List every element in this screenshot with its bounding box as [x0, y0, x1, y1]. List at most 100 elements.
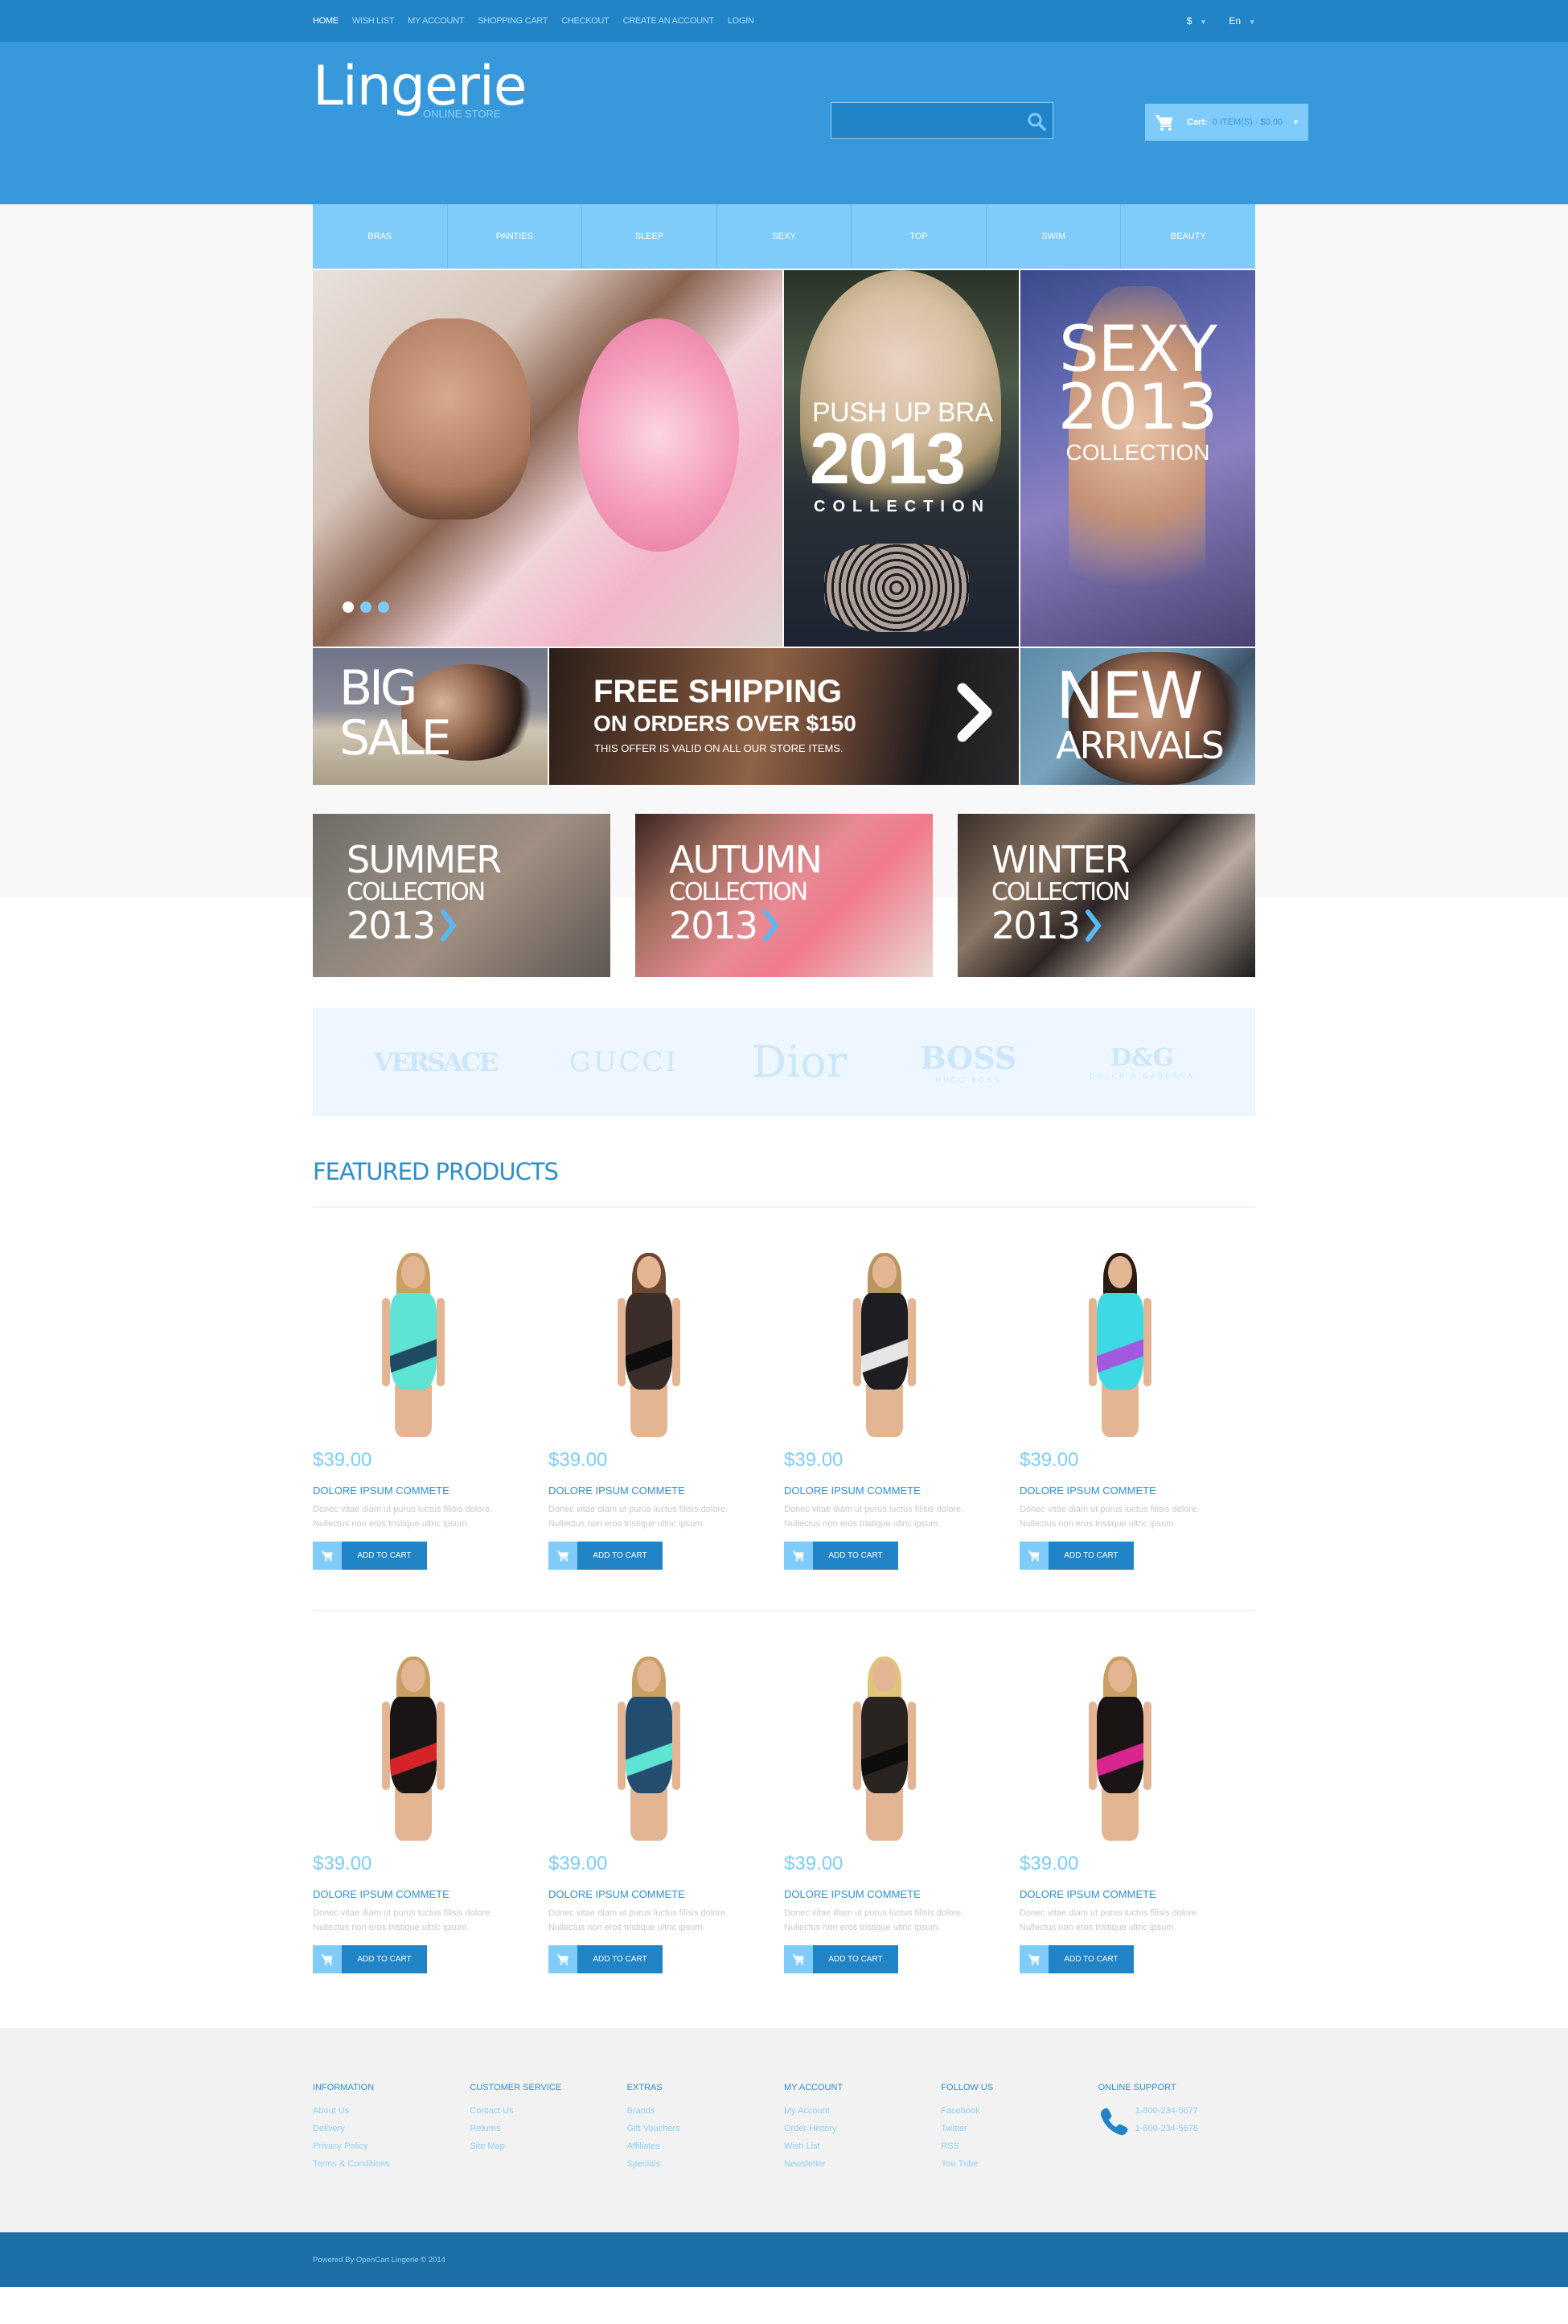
- footer-link-rss[interactable]: RSS: [941, 2137, 1098, 2155]
- season-sub: COLLECTION: [669, 878, 808, 906]
- model-arm: [382, 1702, 390, 1790]
- footer-link-gift-vouchers[interactable]: Gift Vouchers: [627, 2120, 784, 2137]
- season-sub: COLLECTION: [991, 878, 1131, 906]
- product-card: $39.00 DOLORE IPSUM COMMETE Donec vitae di…: [1020, 1253, 1255, 1590]
- footer-link-site-map[interactable]: Site Map: [470, 2137, 626, 2155]
- product-name[interactable]: DOLORE IPSUM COMMETE: [548, 1484, 685, 1497]
- logo-subtitle: ONLINE STORE: [423, 108, 501, 120]
- add-to-cart-button[interactable]: ADD TO CART: [1020, 1542, 1134, 1570]
- product-name[interactable]: DOLORE IPSUM COMMETE: [1020, 1484, 1156, 1497]
- top-link-home[interactable]: HOME: [313, 16, 339, 26]
- add-to-cart-button[interactable]: ADD TO CART: [548, 1945, 663, 1973]
- footer-link-terms-conditions[interactable]: Terms & Conditions: [313, 2155, 470, 2173]
- add-to-cart-button[interactable]: ADD TO CART: [784, 1945, 898, 1973]
- footer-link-you-tube[interactable]: You Tube: [941, 2155, 1098, 2173]
- menu-item-top[interactable]: TOP: [852, 204, 987, 269]
- top-link-wish-list[interactable]: WISH LIST: [352, 16, 395, 26]
- product-model-figure: [1089, 1657, 1151, 1841]
- footer-link-newsletter[interactable]: Newsletter: [784, 2155, 941, 2173]
- product-card: $39.00 DOLORE IPSUM COMMETE Donec vitae di…: [784, 1253, 1020, 1590]
- main-slider[interactable]: [313, 270, 782, 647]
- banner-heading: NEW: [1056, 659, 1203, 733]
- phone-icon: [1100, 2108, 1128, 2136]
- model-arm: [1143, 1702, 1151, 1790]
- brand-logo-dior[interactable]: Dior: [752, 1037, 848, 1087]
- brand-logo-gucci[interactable]: GUCCI: [569, 1046, 679, 1078]
- model-arm: [908, 1702, 916, 1790]
- top-link-create-account[interactable]: CREATE AN ACCOUNT: [623, 16, 715, 26]
- search-input[interactable]: [831, 103, 1024, 138]
- currency-select[interactable]: $ ▼: [1187, 15, 1207, 27]
- add-to-cart-button[interactable]: ADD TO CART: [548, 1542, 663, 1570]
- footer-link-privacy-policy[interactable]: Privacy Policy: [313, 2137, 470, 2155]
- top-link-shopping-cart[interactable]: SHOPPING CART: [478, 16, 548, 26]
- brand-logo-boss[interactable]: BOSS HUGO BOSS: [920, 1040, 1016, 1084]
- product-image[interactable]: [1020, 1253, 1221, 1437]
- add-to-cart-label: ADD TO CART: [1049, 1945, 1134, 1973]
- footer-link-specials[interactable]: Specials: [627, 2155, 784, 2173]
- top-link-checkout[interactable]: CHECKOUT: [561, 16, 610, 26]
- add-to-cart-button[interactable]: ADD TO CART: [313, 1542, 427, 1570]
- support-phone-1[interactable]: 1-800-234-5677: [1135, 2102, 1198, 2120]
- footer-link-affiliates[interactable]: Affiliates: [627, 2137, 784, 2155]
- add-to-cart-button[interactable]: ADD TO CART: [784, 1542, 898, 1570]
- banner-winter-collection[interactable]: WINTER COLLECTION 2013: [958, 814, 1255, 977]
- banner-free-shipping[interactable]: FREE SHIPPING ON ORDERS OVER $150 THIS O…: [549, 648, 1019, 785]
- top-link-my-account[interactable]: MY ACCOUNT: [408, 16, 464, 26]
- menu-item-beauty[interactable]: BEAUTY: [1121, 204, 1255, 269]
- banner-autumn-collection[interactable]: AUTUMN COLLECTION 2013: [635, 814, 933, 977]
- footer-link-returns[interactable]: Returns: [470, 2120, 626, 2137]
- footer-link-my-account[interactable]: My Account: [784, 2102, 941, 2120]
- footer-link-twitter[interactable]: Twitter: [941, 2120, 1098, 2137]
- product-name[interactable]: DOLORE IPSUM COMMETE: [313, 1484, 449, 1497]
- brand-logo-dolce-gabbana[interactable]: D&G DOLCE & GABBANA: [1090, 1044, 1195, 1080]
- product-price: $39.00: [548, 1853, 608, 1874]
- product-image[interactable]: [313, 1657, 514, 1841]
- product-image[interactable]: [548, 1657, 749, 1841]
- support-phone-2[interactable]: 1-800-234-5678: [1135, 2120, 1198, 2137]
- logo[interactable]: Lingerie ONLINE STORE: [313, 60, 527, 121]
- footer-link-contact-us[interactable]: Contact Us: [470, 2102, 626, 2120]
- language-select[interactable]: En ▼: [1229, 15, 1255, 27]
- slider-dot-2[interactable]: [360, 602, 371, 613]
- brand-logo-versace[interactable]: VERSACE: [373, 1047, 499, 1078]
- banner-sexy-2013[interactable]: SEXY 2013 COLLECTION: [1020, 270, 1255, 647]
- footer-link-facebook[interactable]: Facebook: [941, 2102, 1098, 2120]
- cart-button[interactable]: Cart: 0 ITEM(S) - $0.00 ▼: [1145, 104, 1308, 141]
- model-legs: [866, 1788, 903, 1841]
- footer-link-wish-list[interactable]: Wish List: [784, 2137, 941, 2155]
- product-name[interactable]: DOLORE IPSUM COMMETE: [548, 1888, 685, 1900]
- menu-item-sleep[interactable]: SLEEP: [582, 204, 717, 269]
- banner-summer-collection[interactable]: SUMMER COLLECTION 2013: [313, 814, 610, 977]
- menu-item-sexy[interactable]: SEXY: [717, 204, 852, 269]
- menu-item-swim[interactable]: SWIM: [987, 204, 1122, 269]
- menu-item-panties[interactable]: PANTIES: [448, 204, 583, 269]
- chevron-right-icon[interactable]: [951, 680, 999, 745]
- menu-item-bras[interactable]: BRAS: [313, 204, 448, 269]
- product-image[interactable]: [784, 1657, 985, 1841]
- product-name[interactable]: DOLORE IPSUM COMMETE: [784, 1484, 921, 1497]
- banner-subheading: COLLECTION: [1065, 440, 1210, 465]
- product-image[interactable]: [313, 1253, 514, 1437]
- brand-name: D&G: [1110, 1044, 1174, 1072]
- product-name[interactable]: DOLORE IPSUM COMMETE: [1020, 1888, 1156, 1900]
- add-to-cart-button[interactable]: ADD TO CART: [1020, 1945, 1134, 1973]
- footer-link-brands[interactable]: Brands: [627, 2102, 784, 2120]
- slider-dot-1[interactable]: [343, 602, 354, 613]
- product-name[interactable]: DOLORE IPSUM COMMETE: [784, 1888, 921, 1900]
- banner-big-sale[interactable]: BIG SALE: [313, 648, 548, 785]
- product-image[interactable]: [548, 1253, 749, 1437]
- product-image[interactable]: [784, 1253, 985, 1437]
- banner-new-arrivals[interactable]: NEW ARRIVALS: [1020, 648, 1255, 785]
- search-icon[interactable]: [1027, 112, 1046, 131]
- slider-dot-3[interactable]: [378, 602, 389, 613]
- footer-link-order-history[interactable]: Order History: [784, 2120, 941, 2137]
- footer-link-about-us[interactable]: About Us: [313, 2102, 470, 2120]
- banner-push-up-bra[interactable]: PUSH UP BRA 2013 COLLECTION: [784, 270, 1019, 647]
- top-link-login[interactable]: LOGIN: [728, 16, 754, 26]
- product-image[interactable]: [1020, 1657, 1221, 1841]
- slide-image-bra: [578, 318, 739, 552]
- add-to-cart-button[interactable]: ADD TO CART: [313, 1945, 427, 1973]
- product-name[interactable]: DOLORE IPSUM COMMETE: [313, 1888, 449, 1900]
- footer-link-delivery[interactable]: Delivery: [313, 2120, 470, 2137]
